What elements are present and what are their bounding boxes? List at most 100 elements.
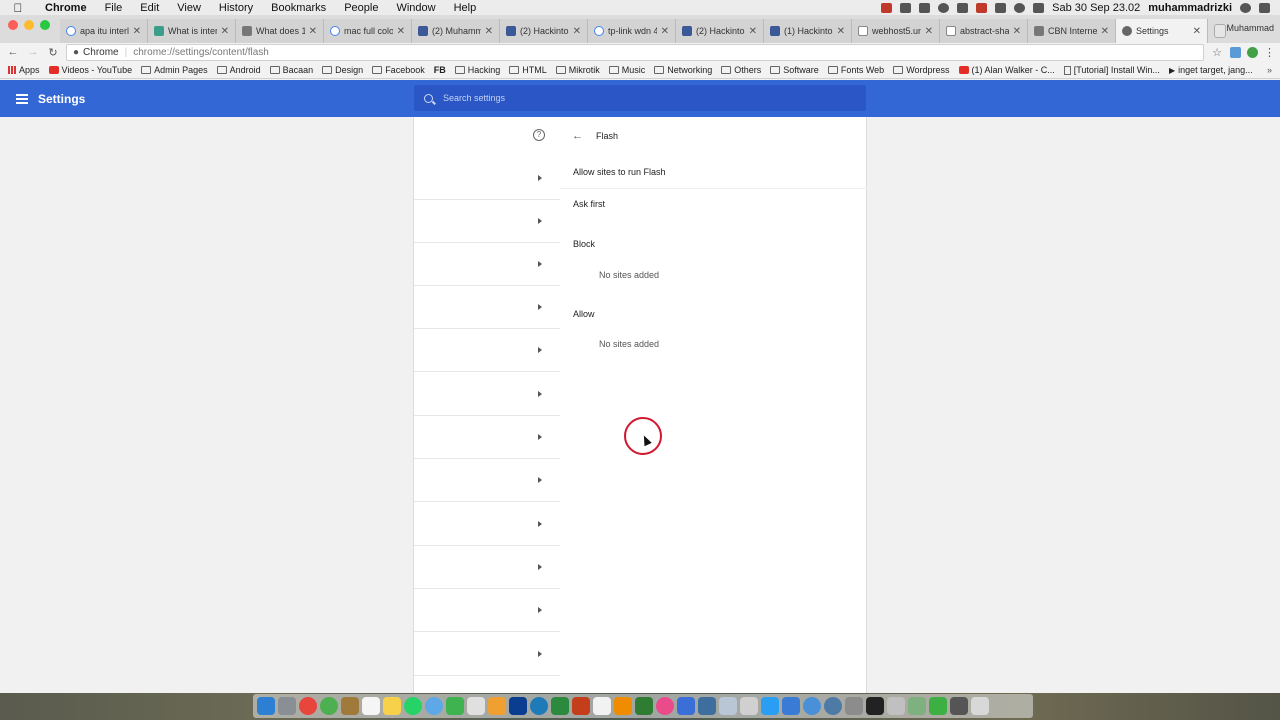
chrome-icon[interactable] (299, 697, 317, 715)
bookmark-hacking[interactable]: Hacking (454, 65, 500, 75)
bookmark-software[interactable]: Software (770, 65, 819, 75)
trash-icon[interactable] (971, 697, 989, 715)
battery-icon[interactable] (995, 2, 1007, 13)
vscode-icon[interactable] (782, 697, 800, 715)
app-icon[interactable] (887, 697, 905, 715)
app-icon[interactable] (929, 697, 947, 715)
tab-5[interactable]: (2) Hackintos ✕ (500, 19, 588, 43)
tab-2[interactable]: What does 10 ✕ (236, 19, 324, 43)
tab-4[interactable]: (2) Muhamma ✕ (412, 19, 500, 43)
app-icon[interactable] (803, 697, 821, 715)
settings-row[interactable] (414, 200, 560, 243)
vpn-icon[interactable] (698, 697, 716, 715)
tab-10[interactable]: abstract-shap ✕ (940, 19, 1028, 43)
close-tab-icon[interactable]: ✕ (573, 26, 581, 37)
menu-people[interactable]: People (335, 2, 387, 14)
tab-3[interactable]: mac full colou ✕ (324, 19, 412, 43)
bookmark-facebook[interactable]: Facebook (372, 65, 425, 75)
tab-settings[interactable]: Settings ✕ (1116, 19, 1208, 43)
bookmark-wordpress[interactable]: Wordpress (893, 65, 950, 75)
tab-9[interactable]: webhost5.uni ✕ (852, 19, 940, 43)
profile-button[interactable]: Muhammad (1226, 23, 1280, 43)
hamburger-menu-icon[interactable] (16, 93, 28, 104)
menubar-user[interactable]: muhammadrizki (1148, 2, 1232, 14)
menu-view[interactable]: View (168, 2, 210, 14)
app-store-icon[interactable] (761, 697, 779, 715)
document-icon[interactable] (362, 697, 380, 715)
settings-row[interactable] (414, 243, 560, 286)
bookmark-star-icon[interactable]: ☆ (1210, 46, 1224, 59)
status-drive-icon[interactable] (900, 2, 912, 13)
app-icon[interactable] (908, 697, 926, 715)
powerpoint-icon[interactable] (572, 697, 590, 715)
settings-row[interactable] (414, 503, 560, 546)
photoshop-icon[interactable] (509, 697, 527, 715)
omnibox-url[interactable]: chrome://settings/content/flash (133, 47, 269, 58)
facetime-icon[interactable] (446, 697, 464, 715)
menu-history[interactable]: History (210, 2, 262, 14)
menu-edit[interactable]: Edit (131, 2, 168, 14)
bookmark-videos-youtube[interactable]: Videos - YouTube (48, 65, 132, 75)
tab-1[interactable]: What is interl ✕ (148, 19, 236, 43)
bookmark-bacaan[interactable]: Bacaan (269, 65, 313, 75)
tab-7[interactable]: (2) Hackintos ✕ (676, 19, 764, 43)
bookmark-inget-target[interactable]: ▶ inget target, jang... (1169, 65, 1253, 75)
back-arrow-icon[interactable]: ← (572, 130, 586, 142)
bookmark-admin-pages[interactable]: Admin Pages (141, 65, 208, 75)
menubar-clock[interactable]: Sab 30 Sep 23.02 (1052, 2, 1140, 14)
bookmark-alan-walker[interactable]: (1) Alan Walker - C... (958, 65, 1055, 75)
close-tab-icon[interactable]: ✕ (837, 26, 845, 37)
tab-11[interactable]: CBN Internet ✕ (1028, 19, 1116, 43)
notes-icon[interactable] (341, 697, 359, 715)
settings-search-input[interactable] (443, 93, 843, 103)
bookmark-others[interactable]: Others (721, 65, 761, 75)
status-sync-icon[interactable] (919, 2, 931, 13)
close-tab-icon[interactable]: ✕ (661, 26, 669, 37)
bookmark-fb[interactable]: FB (434, 65, 446, 75)
stickies-icon[interactable] (383, 697, 401, 715)
close-tab-icon[interactable]: ✕ (133, 26, 141, 37)
bookmarks-overflow-icon[interactable]: » (1267, 65, 1272, 75)
close-tab-icon[interactable]: ✕ (925, 26, 933, 37)
close-tab-icon[interactable]: ✕ (397, 26, 405, 37)
whatsapp-icon[interactable] (404, 697, 422, 715)
spotlight-search-icon[interactable] (1240, 2, 1251, 13)
bookmark-tutorial-install[interactable]: [Tutorial] Install Win... (1063, 65, 1160, 75)
help-icon[interactable]: ? (533, 129, 545, 141)
settings-row[interactable] (414, 459, 560, 502)
settings-row[interactable] (414, 373, 560, 416)
tab-0[interactable]: apa itu interla ✕ (60, 19, 148, 43)
close-tab-icon[interactable]: ✕ (485, 26, 493, 37)
green-extension-icon[interactable] (1247, 46, 1258, 58)
chrome-menu-icon[interactable]: ⋮ (1264, 46, 1275, 59)
forward-button[interactable]: → (26, 46, 40, 58)
dreamweaver-icon[interactable] (635, 697, 653, 715)
bookmark-music[interactable]: Music (608, 65, 645, 75)
apple-icon[interactable]:  (0, 1, 36, 15)
bookmark-networking[interactable]: Networking (654, 65, 712, 75)
tab-6[interactable]: tp-link wdn 4 ✕ (588, 19, 676, 43)
iq-extension-icon[interactable] (1230, 46, 1241, 58)
close-tab-icon[interactable]: ✕ (1013, 26, 1021, 37)
address-bar[interactable]: ● Chrome | chrome://settings/content/fla… (66, 43, 1204, 61)
settings-row[interactable] (414, 329, 560, 372)
terminal-icon[interactable] (866, 697, 884, 715)
close-tab-icon[interactable]: ✕ (749, 26, 757, 37)
back-button[interactable]: ← (6, 46, 20, 58)
wifi-icon[interactable] (1014, 2, 1026, 13)
photos-icon[interactable] (488, 697, 506, 715)
menu-app-name[interactable]: Chrome (36, 2, 96, 14)
tab-8[interactable]: (1) Hackintos ✕ (764, 19, 852, 43)
messages-icon[interactable] (425, 697, 443, 715)
virtualbox-icon[interactable] (719, 697, 737, 715)
status-tool-icon[interactable] (957, 2, 969, 13)
sublime-icon[interactable] (614, 697, 632, 715)
close-tab-icon[interactable]: ✕ (1193, 26, 1201, 37)
menu-help[interactable]: Help (445, 2, 486, 14)
new-tab-button[interactable] (1214, 24, 1227, 38)
bookmark-fonts-web[interactable]: Fonts Web (827, 65, 884, 75)
volume-icon[interactable] (1033, 2, 1045, 13)
allow-flash-toggle-row[interactable]: Allow sites to run Flash (560, 161, 867, 189)
launchpad-icon[interactable] (278, 697, 296, 715)
settings-row[interactable] (414, 546, 560, 589)
